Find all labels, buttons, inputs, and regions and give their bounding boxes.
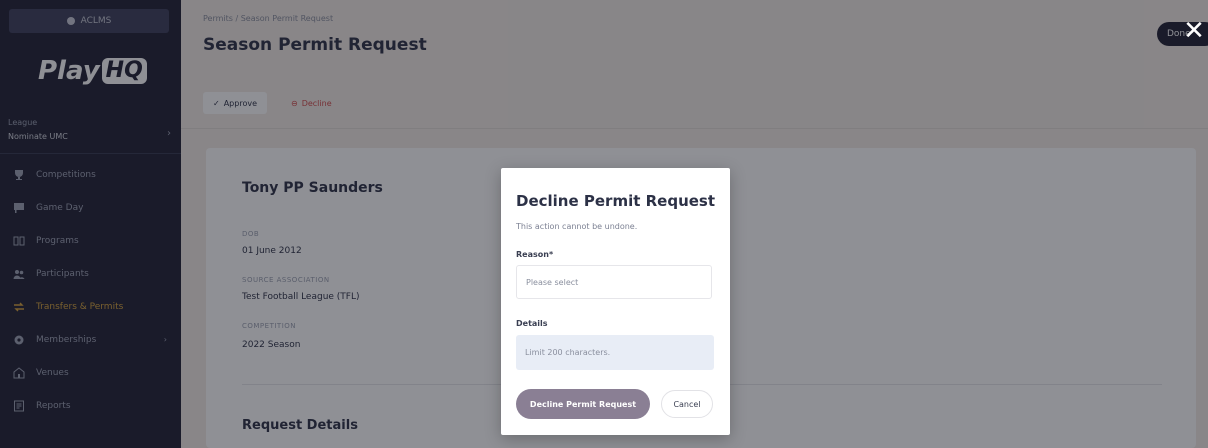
details-textarea[interactable]: Limit 200 characters. (516, 335, 714, 370)
reason-placeholder: Please select (526, 277, 579, 287)
reason-label: Reason* (516, 250, 554, 259)
modal-title: Decline Permit Request (516, 192, 716, 210)
decline-permit-modal: Decline Permit Request This action canno… (501, 168, 730, 435)
details-label: Details (516, 319, 548, 328)
decline-permit-request-button[interactable]: Decline Permit Request (516, 389, 650, 419)
details-placeholder: Limit 200 characters. (525, 348, 611, 357)
modal-subtitle: This action cannot be undone. (516, 222, 638, 231)
app: ACLMS Play HQ League Nominate UMC › Comp… (0, 0, 1208, 448)
close-icon[interactable]: ✕ (1182, 16, 1206, 46)
reason-select[interactable]: Please select (516, 265, 712, 299)
cancel-button[interactable]: Cancel (661, 390, 713, 418)
